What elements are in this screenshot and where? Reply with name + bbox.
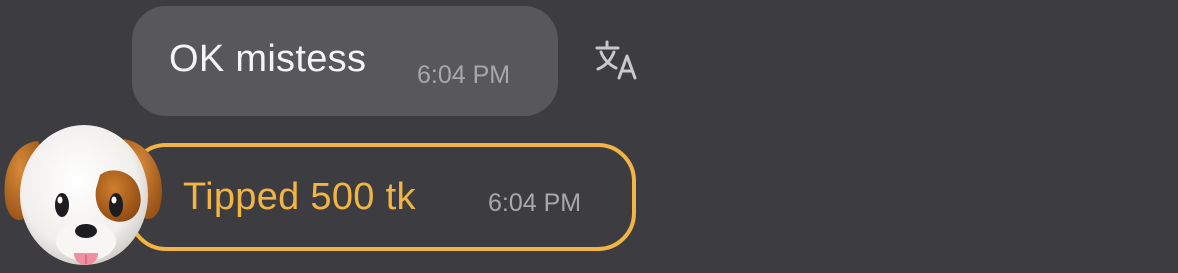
tip-text: Tipped 500 tk [183,176,416,218]
dog-emoji-icon [4,125,162,265]
received-message-bubble[interactable]: OK mistess 6:04 PM [132,6,558,116]
message-timestamp: 6:04 PM [417,61,511,89]
tip-message-bubble[interactable]: Tipped 500 tk 6:04 PM [128,143,636,251]
translate-icon [595,40,637,80]
tip-timestamp: 6:04 PM [488,189,582,217]
translate-button[interactable] [593,38,643,86]
chat-thread: OK mistess 6:04 PM Tipped 500 tk 6:04 PM [0,0,1178,273]
dog-avatar[interactable] [0,113,168,273]
message-text: OK mistess [169,38,367,80]
